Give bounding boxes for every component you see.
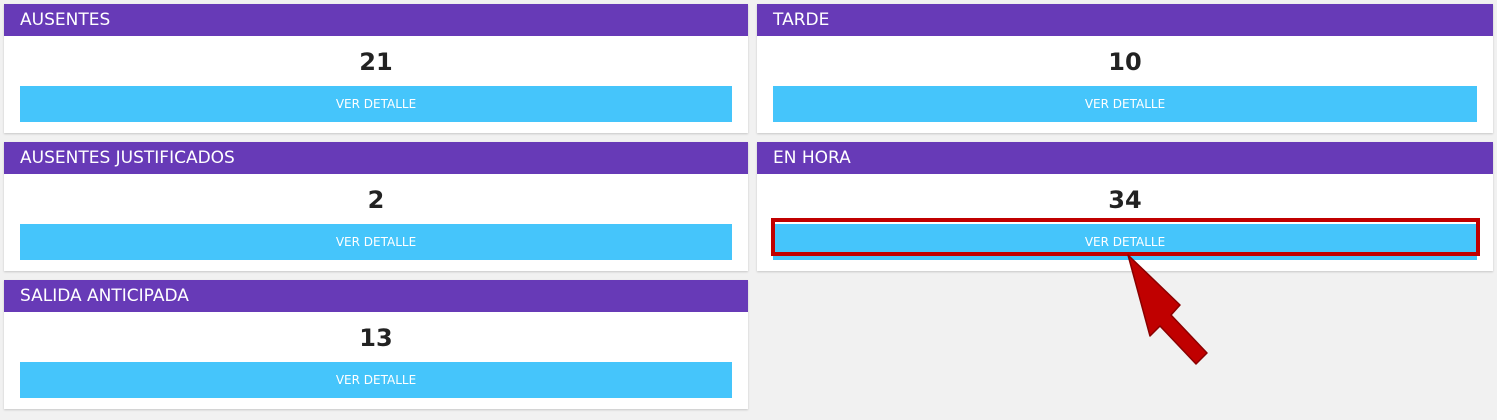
ver-detalle-button-salida-anticipada[interactable]: VER DETALLE <box>20 362 732 398</box>
ver-detalle-button-tarde[interactable]: VER DETALLE <box>773 86 1477 122</box>
card-count: 2 <box>367 186 385 214</box>
card-en-hora: EN HORA 34 VER DETALLE <box>757 142 1493 271</box>
card-title: SALIDA ANTICIPADA <box>4 280 748 312</box>
card-count: 10 <box>1108 48 1142 76</box>
card-title: AUSENTES JUSTIFICADOS <box>4 142 748 174</box>
ver-detalle-button-en-hora[interactable]: VER DETALLE <box>773 224 1477 260</box>
card-count: 21 <box>359 48 393 76</box>
ver-detalle-button-ausentes-justificados[interactable]: VER DETALLE <box>20 224 732 260</box>
card-title: AUSENTES <box>4 4 748 36</box>
card-title: EN HORA <box>757 142 1493 174</box>
card-count: 13 <box>359 324 393 352</box>
ver-detalle-button-ausentes[interactable]: VER DETALLE <box>20 86 732 122</box>
card-title: TARDE <box>757 4 1493 36</box>
card-tarde: TARDE 10 VER DETALLE <box>757 4 1493 133</box>
card-salida-anticipada: SALIDA ANTICIPADA 13 VER DETALLE <box>4 280 748 409</box>
card-ausentes-justificados: AUSENTES JUSTIFICADOS 2 VER DETALLE <box>4 142 748 271</box>
card-count: 34 <box>1108 186 1142 214</box>
card-ausentes: AUSENTES 21 VER DETALLE <box>4 4 748 133</box>
